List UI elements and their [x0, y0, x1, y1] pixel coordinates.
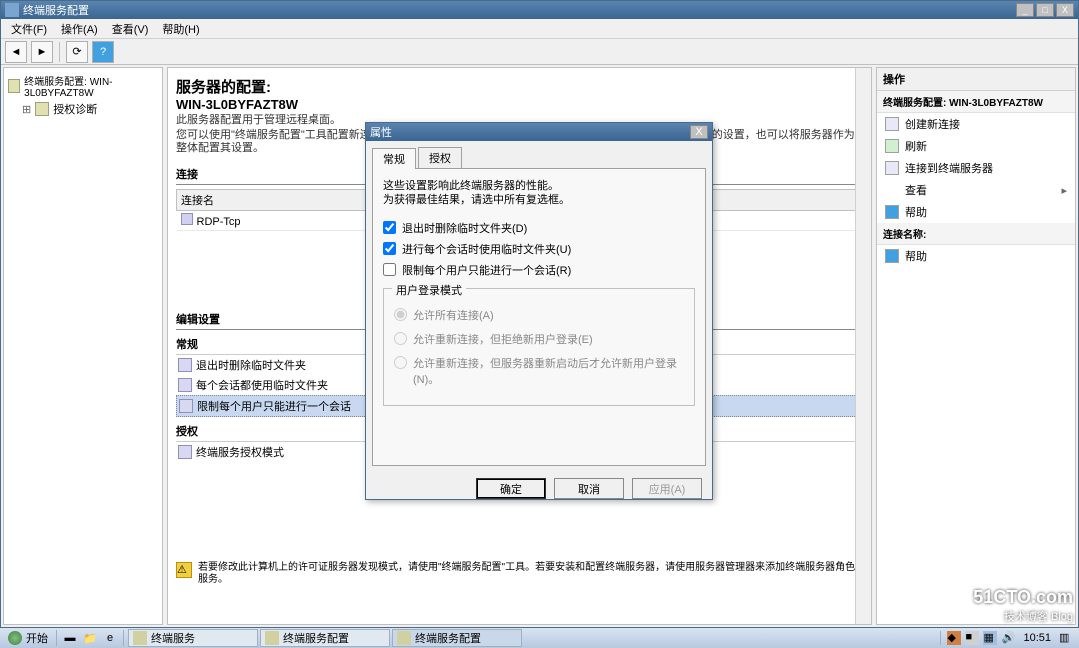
forward-button[interactable]: ►	[31, 41, 53, 63]
actions-header: 操作	[877, 68, 1075, 91]
checkbox-use-temp[interactable]: 进行每个会话时使用临时文件夹(U)	[383, 241, 695, 257]
tree-child-label: 授权诊断	[53, 101, 97, 117]
refresh-icon	[885, 139, 899, 153]
action-help[interactable]: 帮助	[877, 201, 1075, 223]
dialog-title: 属性	[370, 124, 690, 140]
maximize-button[interactable]: □	[1036, 3, 1054, 17]
actions-sub2: 连接名称:	[877, 223, 1075, 245]
radio-reconnect-deny: 允许重新连接，但拒绝新用户登录(E)	[394, 331, 684, 347]
checkbox-input[interactable]	[383, 263, 396, 276]
radio-allow-all: 允许所有连接(A)	[394, 307, 684, 323]
config-icon	[397, 631, 411, 645]
license-icon	[35, 102, 49, 116]
checkbox-input[interactable]	[383, 242, 396, 255]
menu-file[interactable]: 文件(F)	[5, 19, 53, 39]
help-icon	[885, 249, 899, 263]
volume-icon[interactable]: 🔊	[1001, 631, 1015, 645]
system-tray[interactable]: ◆ ■ ▦ 🔊 10:51 ▥	[940, 631, 1079, 645]
quicklaunch-desktop[interactable]: ▬	[61, 630, 79, 646]
quicklaunch-explorer[interactable]: 📁	[81, 630, 99, 646]
setting-icon	[178, 445, 192, 459]
menu-action[interactable]: 操作(A)	[55, 19, 104, 39]
radio-reconnect-restart: 允许重新连接，但服务器重新启动后才允许新用户登录(N)。	[394, 355, 684, 387]
tree-child[interactable]: ⊞ 授权诊断	[8, 100, 158, 118]
group-legend: 用户登录模式	[392, 282, 466, 298]
chevron-right-icon: ▸	[1061, 184, 1067, 197]
vertical-scrollbar[interactable]	[855, 68, 871, 624]
quicklaunch-ie[interactable]: e	[101, 630, 119, 646]
action-view[interactable]: 查看▸	[877, 179, 1075, 201]
actions-pane: 操作 终端服务配置: WIN-3L0BYFAZT8W 创建新连接 刷新 连接到终…	[876, 67, 1076, 625]
action-connect-server[interactable]: 连接到终端服务器	[877, 157, 1075, 179]
warning-text: 若要修改此计算机上的许可证服务器发现模式，请使用"终端服务配置"工具。若要安装和…	[198, 562, 863, 586]
refresh-button[interactable]: ⟳	[66, 41, 88, 63]
cancel-button[interactable]: 取消	[554, 478, 624, 499]
tray-icon[interactable]: ◆	[947, 631, 961, 645]
connect-icon	[885, 161, 899, 175]
dialog-titlebar[interactable]: 属性 X	[366, 123, 712, 141]
tree-root[interactable]: 终端服务配置: WIN-3L0BYFAZT8W	[8, 72, 158, 100]
close-button[interactable]: X	[1056, 3, 1074, 17]
page-title: 服务器的配置:	[176, 76, 863, 97]
action-create-connection[interactable]: 创建新连接	[877, 113, 1075, 135]
navigation-tree[interactable]: 终端服务配置: WIN-3L0BYFAZT8W ⊞ 授权诊断	[3, 67, 163, 625]
dialog-info: 这些设置影响此终端服务器的性能。 为获得最佳结果，请选中所有复选框。	[383, 179, 695, 208]
setting-icon	[179, 399, 193, 413]
menu-view[interactable]: 查看(V)	[106, 19, 155, 39]
toolbar: ◄ ► ⟳ ?	[1, 39, 1078, 65]
rdp-icon	[181, 213, 193, 225]
radio-input	[394, 308, 407, 321]
start-icon	[8, 631, 22, 645]
login-mode-group: 用户登录模式 允许所有连接(A) 允许重新连接，但拒绝新用户登录(E) 允许重新…	[383, 288, 695, 406]
server-name: WIN-3L0BYFAZT8W	[176, 97, 863, 112]
titlebar[interactable]: 终端服务配置 _ □ X	[1, 1, 1078, 19]
taskbar-task[interactable]: 终端服务配置	[260, 629, 390, 647]
radio-input	[394, 332, 407, 345]
start-button[interactable]: 开始	[0, 628, 56, 648]
tab-general[interactable]: 常规	[372, 148, 416, 169]
taskbar-task[interactable]: 终端服务	[128, 629, 258, 647]
dialog-close-button[interactable]: X	[690, 125, 708, 139]
server-icon	[8, 79, 20, 93]
help-icon	[885, 205, 899, 219]
new-icon	[885, 117, 899, 131]
action-refresh[interactable]: 刷新	[877, 135, 1075, 157]
window-title: 终端服务配置	[23, 2, 1016, 18]
checkbox-input[interactable]	[383, 221, 396, 234]
taskbar: 开始 ▬ 📁 e 终端服务 终端服务配置 终端服务配置 ◆ ■ ▦ 🔊 10:5…	[0, 628, 1079, 648]
network-icon[interactable]: ▦	[983, 631, 997, 645]
menu-help[interactable]: 帮助(H)	[156, 19, 205, 39]
config-icon	[265, 631, 279, 645]
setting-icon	[178, 358, 192, 372]
back-button[interactable]: ◄	[5, 41, 27, 63]
app-icon	[5, 3, 19, 17]
checkbox-delete-temp[interactable]: 退出时删除临时文件夹(D)	[383, 220, 695, 236]
help-button[interactable]: ?	[92, 41, 114, 63]
minimize-button[interactable]: _	[1016, 3, 1034, 17]
tree-root-label: 终端服务配置: WIN-3L0BYFAZT8W	[24, 73, 158, 99]
tray-icon[interactable]: ▥	[1059, 631, 1073, 645]
actions-sub1: 终端服务配置: WIN-3L0BYFAZT8W	[877, 91, 1075, 113]
menubar: 文件(F) 操作(A) 查看(V) 帮助(H)	[1, 19, 1078, 39]
checkbox-limit-session[interactable]: 限制每个用户只能进行一个会话(R)	[383, 262, 695, 278]
tab-auth[interactable]: 授权	[418, 147, 462, 168]
setting-icon	[178, 378, 192, 392]
warning-icon: ⚠	[176, 562, 192, 578]
apply-button[interactable]: 应用(A)	[632, 478, 702, 499]
action-help-2[interactable]: 帮助	[877, 245, 1075, 267]
properties-dialog: 属性 X 常规 授权 这些设置影响此终端服务器的性能。 为获得最佳结果，请选中所…	[365, 122, 713, 500]
taskbar-task-active[interactable]: 终端服务配置	[392, 629, 522, 647]
ok-button[interactable]: 确定	[476, 478, 546, 499]
folder-icon	[133, 631, 147, 645]
conn-name: RDP-Tcp	[197, 216, 241, 228]
tray-icon[interactable]: ■	[965, 631, 979, 645]
clock[interactable]: 10:51	[1019, 632, 1055, 644]
radio-input	[394, 356, 407, 369]
